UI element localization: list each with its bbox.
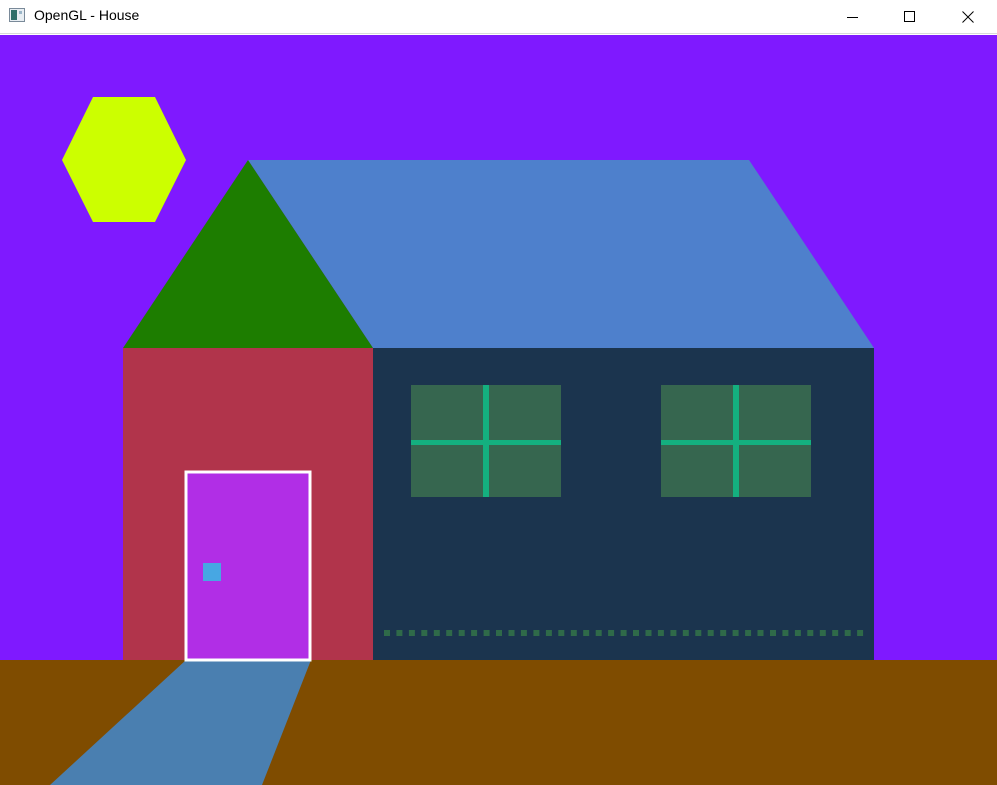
trim-dot: [570, 630, 577, 636]
close-icon: [962, 10, 974, 23]
trim-dot: [794, 630, 801, 636]
trim-dot: [857, 630, 864, 636]
minimize-icon: [847, 16, 858, 18]
title-bar[interactable]: OpenGL - House: [0, 0, 997, 34]
trim-dot: [396, 630, 403, 636]
trim-dot: [633, 630, 639, 636]
trim-dot: [384, 630, 390, 636]
trim-dot: [446, 630, 453, 636]
trim-dot: [496, 630, 502, 636]
trim-dot: [745, 630, 752, 636]
trim-dot: [832, 630, 839, 636]
minimize-button[interactable]: [824, 0, 882, 33]
trim-dot: [682, 630, 689, 636]
trim-dot: [608, 630, 615, 636]
trim-dot: [707, 630, 714, 636]
trim-dot: [558, 630, 565, 636]
trim-dot: [720, 630, 727, 636]
window-left: [411, 385, 561, 497]
trim-dot: [421, 630, 428, 636]
window-right: [661, 385, 811, 497]
trim-dot: [545, 630, 552, 636]
trim-dot: [533, 630, 540, 636]
window-left-transom: [411, 440, 561, 445]
trim-dot: [483, 630, 490, 636]
trim-dot: [508, 630, 515, 636]
trim-dot: [520, 630, 527, 636]
trim-dot: [595, 630, 602, 636]
maximize-button[interactable]: [881, 0, 939, 33]
trim-dot: [844, 630, 851, 636]
maximize-icon: [904, 10, 915, 22]
trim-dot: [819, 630, 826, 636]
trim-dot: [471, 630, 478, 636]
close-button[interactable]: [939, 0, 997, 33]
trim-dot: [770, 630, 776, 636]
trim-dot: [695, 630, 702, 636]
app-icon[interactable]: [9, 8, 25, 22]
trim-dot: [408, 630, 415, 636]
window-right-transom: [661, 440, 811, 445]
trim-dot: [645, 630, 652, 636]
trim-dot: [657, 630, 664, 636]
opengl-canvas[interactable]: [0, 35, 997, 785]
window-title: OpenGL - House: [34, 7, 140, 23]
trim-dot: [782, 630, 789, 636]
trim-dot: [583, 630, 590, 636]
trim-dot: [807, 630, 814, 636]
trim-dot: [670, 630, 677, 636]
trim-dot: [757, 630, 764, 636]
trim-dot: [620, 630, 627, 636]
trim-dot: [458, 630, 465, 636]
door-knob: [203, 563, 221, 581]
trim-dot: [732, 630, 739, 636]
house-scene: [0, 35, 997, 785]
trim-dot: [433, 630, 440, 636]
